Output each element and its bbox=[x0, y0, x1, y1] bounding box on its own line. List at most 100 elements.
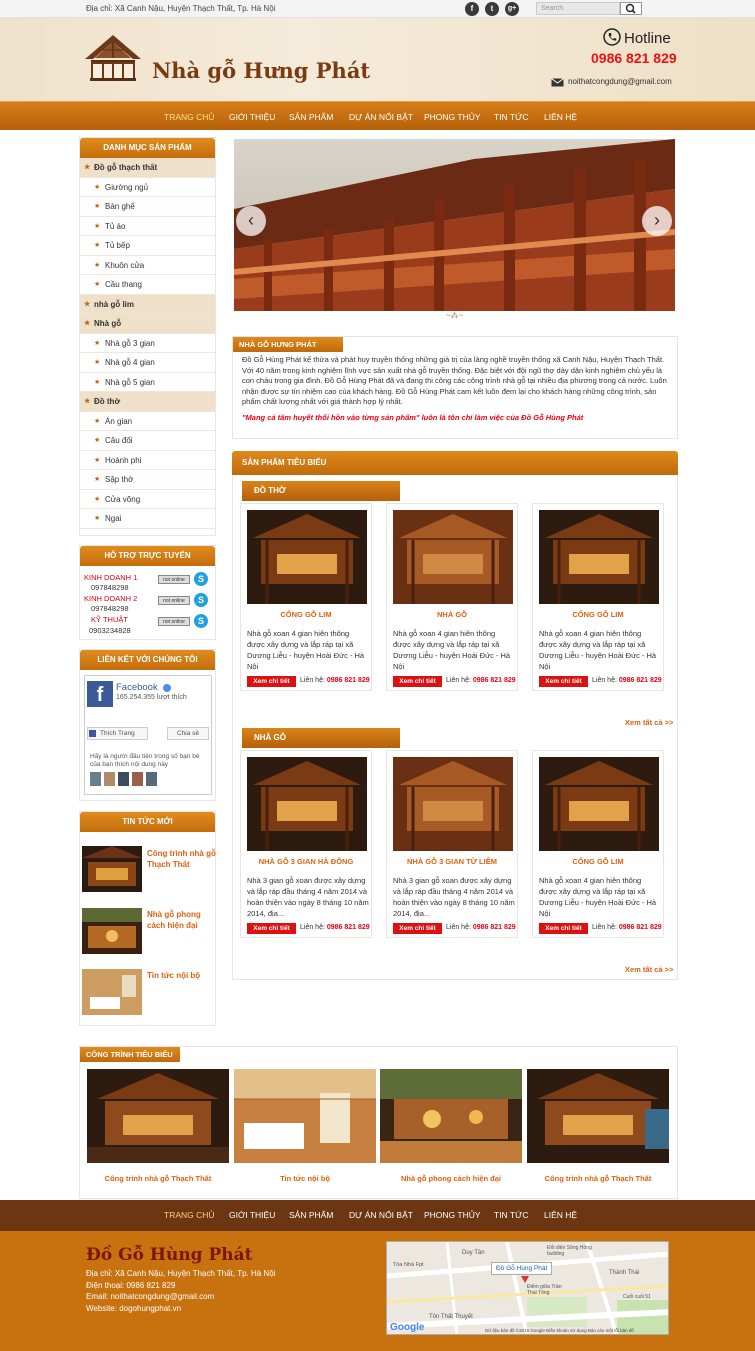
work-title[interactable]: Tin tức nội bộ bbox=[234, 1174, 376, 1183]
footer-nav-about[interactable]: GIỚI THIỆU bbox=[229, 1210, 275, 1220]
facebook-icon[interactable]: f bbox=[465, 2, 479, 16]
category-item[interactable]: ★ Án gian bbox=[80, 412, 215, 431]
product-group-tab[interactable]: ĐỒ THỜ bbox=[242, 481, 400, 501]
footer-nav-contact[interactable]: LIÊN HỆ bbox=[544, 1210, 577, 1220]
category-item[interactable]: ★ Tủ bếp bbox=[80, 236, 215, 256]
category-item[interactable]: ★ Câu đối bbox=[80, 431, 215, 451]
category-item[interactable]: ★ Nhà gỗ 4 gian bbox=[80, 353, 215, 373]
product-card[interactable]: NHÀ GỖ 3 GIAN TỪ LIÊM Nhà 3 gian gỗ xoan … bbox=[386, 750, 518, 938]
contact-phone[interactable]: 0986 821 829 bbox=[619, 924, 662, 931]
category-label[interactable]: Nhà gỗ 3 gian bbox=[105, 339, 155, 348]
product-image[interactable] bbox=[393, 510, 513, 604]
category-label[interactable]: Đồ thờ bbox=[94, 397, 120, 406]
category-parent-item[interactable]: ★ nhà gỗ lim bbox=[80, 294, 215, 314]
category-item[interactable]: ★ Cửa võng bbox=[80, 490, 215, 509]
category-label[interactable]: Cầu thang bbox=[105, 280, 142, 289]
category-label[interactable]: Sập thờ bbox=[105, 475, 133, 484]
view-detail-button[interactable]: Xem chi tiết bbox=[247, 676, 296, 687]
category-label[interactable]: Nhà gỗ bbox=[94, 319, 121, 328]
category-label[interactable]: Cửa võng bbox=[105, 495, 140, 504]
category-label[interactable]: Đồ gỗ thạch thất bbox=[94, 163, 157, 172]
view-detail-button[interactable]: Xem chi tiết bbox=[393, 923, 442, 934]
search-input[interactable]: Search bbox=[536, 2, 620, 15]
facebook-share-button[interactable]: Chia sẻ bbox=[167, 727, 209, 740]
nav-item-about[interactable]: GIỚI THIỆU bbox=[229, 112, 275, 122]
news-title-link[interactable]: Tin tức nội bộ bbox=[147, 970, 217, 981]
news-thumbnail[interactable] bbox=[82, 846, 142, 892]
footer-nav-projects[interactable]: DỰ ÁN NỔI BẬT bbox=[349, 1210, 413, 1220]
product-card[interactable]: CỔNG GỖ LIM Nhà gỗ xoan 4 gian hiên thông… bbox=[240, 503, 372, 691]
product-image[interactable] bbox=[247, 757, 367, 851]
category-item[interactable]: ★ Ngai bbox=[80, 509, 215, 529]
search-button[interactable] bbox=[620, 2, 642, 15]
category-parent-item[interactable]: ★ Đồ gỗ thạch thất bbox=[80, 158, 215, 178]
work-title[interactable]: Công trình nhà gỗ Thạch Thất bbox=[527, 1174, 669, 1183]
category-item[interactable]: ★ Khuôn cửa bbox=[80, 256, 215, 275]
category-parent-item[interactable]: ★ Đồ thờ bbox=[80, 392, 215, 412]
skype-icon[interactable]: S bbox=[194, 614, 208, 628]
skype-icon[interactable]: S bbox=[194, 593, 208, 607]
map-marker-icon[interactable] bbox=[521, 1276, 529, 1283]
nav-item-fengshui[interactable]: PHONG THỦY bbox=[424, 112, 481, 122]
category-label[interactable]: Nhà gỗ 4 gian bbox=[105, 358, 155, 367]
product-title[interactable]: NHÀ GỖ 3 GIAN HÀ ĐÔNG bbox=[241, 857, 371, 866]
product-card[interactable]: CỔNG GỖ LIM Nhà gỗ xoan 4 gian hiên thông… bbox=[532, 503, 664, 691]
google-plus-icon[interactable]: g+ bbox=[505, 2, 519, 16]
category-label[interactable]: Khuôn cửa bbox=[105, 261, 144, 270]
product-title[interactable]: NHÀ GỖ 3 GIAN TỪ LIÊM bbox=[387, 857, 517, 866]
map-place-label[interactable]: Đồ Gỗ Hùng Phát bbox=[491, 1262, 553, 1275]
contact-phone[interactable]: 0986 821 829 bbox=[327, 924, 370, 931]
category-label[interactable]: Giường ngủ bbox=[105, 183, 148, 192]
footer-nav-fengshui[interactable]: PHONG THỦY bbox=[424, 1210, 481, 1220]
product-image[interactable] bbox=[539, 510, 659, 604]
hotline-phone[interactable]: 0986 821 829 bbox=[591, 50, 677, 66]
footer-nav-home[interactable]: TRANG CHỦ bbox=[164, 1210, 215, 1220]
product-card[interactable]: NHÀ GỖ 3 GIAN HÀ ĐÔNG Nhà 3 gian gỗ xoan … bbox=[240, 750, 372, 938]
category-item[interactable]: ★ Sập thờ bbox=[80, 470, 215, 490]
location-map[interactable]: Đồ Gỗ Hùng Phát Duy Tân Tòa Nhà Fpt Đối … bbox=[386, 1241, 669, 1335]
contact-phone[interactable]: 0986 821 829 bbox=[473, 677, 516, 684]
category-label[interactable]: Câu đối bbox=[105, 436, 133, 445]
header-email[interactable]: noithatcongdung@gmail.com bbox=[568, 77, 672, 86]
view-detail-button[interactable]: Xem chi tiết bbox=[539, 676, 588, 687]
category-item[interactable]: ★ Tủ áo bbox=[80, 217, 215, 236]
skype-icon[interactable]: S bbox=[194, 572, 208, 586]
hero-slider-image[interactable] bbox=[234, 139, 675, 311]
category-item[interactable]: ★ Bàn ghế bbox=[80, 197, 215, 217]
footer-website[interactable]: Website: dogohungphat.vn bbox=[86, 1304, 181, 1313]
nav-item-home[interactable]: TRANG CHỦ bbox=[164, 112, 215, 122]
news-thumbnail[interactable] bbox=[82, 969, 142, 1015]
facebook-logo-icon[interactable]: f bbox=[87, 681, 113, 707]
category-item[interactable]: ★ Hoành phi bbox=[80, 451, 215, 470]
product-title[interactable]: CỔNG GỖ LIM bbox=[533, 857, 663, 866]
footer-nav-news[interactable]: TIN TỨC bbox=[494, 1210, 529, 1220]
brand-name[interactable]: Nhà gỗ Hưng Phát bbox=[152, 58, 370, 83]
category-parent-item[interactable]: ★ Nhà gỗ bbox=[80, 314, 215, 334]
product-title[interactable]: CỔNG GỖ LIM bbox=[241, 610, 371, 619]
product-image[interactable] bbox=[247, 510, 367, 604]
work-image[interactable] bbox=[380, 1069, 522, 1163]
work-image[interactable] bbox=[234, 1069, 376, 1163]
work-image[interactable] bbox=[87, 1069, 229, 1163]
view-detail-button[interactable]: Xem chi tiết bbox=[247, 923, 296, 934]
work-image[interactable] bbox=[527, 1069, 669, 1163]
facebook-page-name[interactable]: Facebook bbox=[116, 682, 158, 693]
category-label[interactable]: Tủ áo bbox=[105, 222, 125, 231]
see-all-link[interactable]: Xem tất cả >> bbox=[625, 965, 673, 974]
facebook-like-button[interactable]: Thích Trang bbox=[87, 727, 148, 740]
category-item[interactable]: ★ Nhà gỗ 5 gian bbox=[80, 373, 215, 392]
nav-item-news[interactable]: TIN TỨC bbox=[494, 112, 529, 122]
category-label[interactable]: Nhà gỗ 5 gian bbox=[105, 378, 155, 387]
category-label[interactable]: Án gian bbox=[105, 417, 132, 426]
view-detail-button[interactable]: Xem chi tiết bbox=[393, 676, 442, 687]
category-label[interactable]: Ngai bbox=[105, 514, 121, 523]
news-thumbnail[interactable] bbox=[82, 908, 142, 954]
category-item[interactable]: ★ Cầu thang bbox=[80, 275, 215, 295]
slider-prev-button[interactable]: ‹ bbox=[236, 206, 266, 236]
logo-house-icon[interactable] bbox=[83, 33, 143, 81]
product-image[interactable] bbox=[393, 757, 513, 851]
contact-phone[interactable]: 0986 821 829 bbox=[327, 677, 370, 684]
work-title[interactable]: Công trình nhà gỗ Thạch Thất bbox=[87, 1174, 229, 1183]
twitter-icon[interactable]: t bbox=[485, 2, 499, 16]
category-item[interactable]: ★ Nhà gỗ 3 gian bbox=[80, 334, 215, 353]
